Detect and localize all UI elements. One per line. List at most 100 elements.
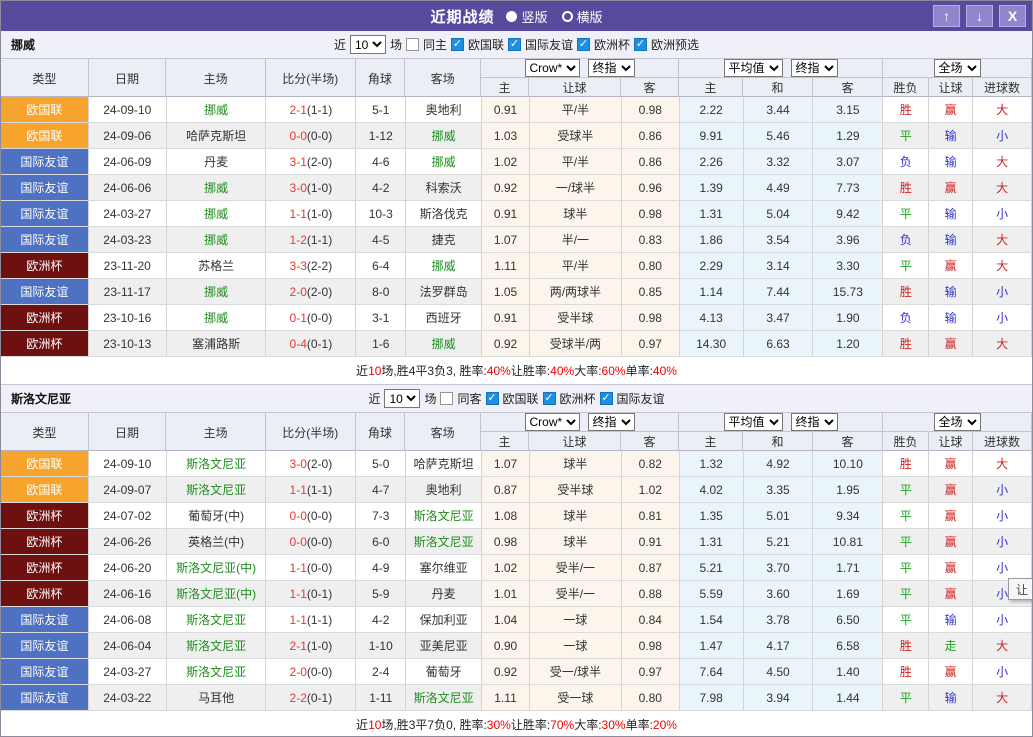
result-wdl: 胜 xyxy=(883,279,930,305)
crow-odds-group-subheaders: 主让球客 xyxy=(481,432,679,451)
away-team: 哈萨克斯坦 xyxy=(413,457,474,471)
away-team: 亚美尼亚 xyxy=(419,639,468,653)
halftime-score: (1-0) xyxy=(306,206,333,221)
home-team: 英格兰(中) xyxy=(188,535,245,549)
column-header: 日期 xyxy=(89,59,167,97)
move-up-button[interactable]: ↑ xyxy=(933,5,960,27)
home-odds: 1.07 xyxy=(482,451,530,477)
result-handicap: 赢 xyxy=(929,97,974,123)
result-handicap: 赢 xyxy=(929,175,974,201)
home-team-cell: 苏格兰 xyxy=(166,253,267,279)
league-checkbox-欧国联[interactable]: ✓ xyxy=(450,38,464,51)
league-checkbox-国际友谊[interactable]: ✓ xyxy=(508,38,521,51)
corners: 2-4 xyxy=(356,659,407,685)
final-odds-select-2[interactable]: 终指 xyxy=(790,59,838,77)
result-wdl: 胜 xyxy=(883,97,930,123)
final-odds-select-2[interactable]: 终指 xyxy=(790,413,838,431)
result-handicap: 赢 xyxy=(929,555,974,581)
recent-count-select[interactable]: 10 xyxy=(384,389,421,408)
away-team: 挪威 xyxy=(431,337,456,351)
average-select[interactable]: 平均值 xyxy=(723,413,783,431)
average-select[interactable]: 平均值 xyxy=(723,59,783,77)
fulltime-select[interactable]: 全场 xyxy=(933,59,981,77)
corners: 4-7 xyxy=(356,477,407,503)
score-cell: 0-0(0-0) xyxy=(266,123,357,149)
halftime-score: (2-2) xyxy=(306,258,333,273)
column-header: 主 xyxy=(481,432,529,451)
league-checkbox-欧洲杯[interactable]: ✓ xyxy=(542,392,556,405)
corners: 1-12 xyxy=(356,123,407,149)
company-select[interactable]: Crow* xyxy=(524,413,580,431)
home-team-cell: 马耳他 xyxy=(166,685,267,711)
away-team-cell: 斯洛伐克 xyxy=(406,201,483,227)
league-checkbox-欧洲预选[interactable]: ✓ xyxy=(634,38,648,51)
radio-unselected-icon[interactable] xyxy=(561,10,573,22)
match-type-cell: 国际友谊 xyxy=(1,633,89,659)
result-wdl: 平 xyxy=(883,503,930,529)
result-wdl: 胜 xyxy=(883,659,930,685)
league-checkbox-国际友谊[interactable]: ✓ xyxy=(599,392,613,405)
corners: 4-2 xyxy=(356,175,407,201)
home-team: 葡萄牙(中) xyxy=(188,509,245,523)
column-header: 和 xyxy=(743,432,813,451)
radio-selected-icon[interactable] xyxy=(506,10,518,22)
result-group-subheaders: 胜负 让球 进球数 xyxy=(883,78,1032,97)
table-row: 国际友谊 24-06-06 挪威 3-0(1-0) 4-2 科索沃 0.92 一/球半 0.96… xyxy=(1,175,1032,201)
home-odds: 1.02 xyxy=(482,555,530,581)
close-button[interactable]: X xyxy=(999,5,1026,27)
score: 0-0(0-0) xyxy=(290,535,333,549)
match-date: 24-09-10 xyxy=(88,97,167,123)
move-down-button[interactable]: ↓ xyxy=(966,5,993,27)
summary-text: 场,胜3平7负0, 胜率: xyxy=(381,718,487,732)
corners: 3-1 xyxy=(356,305,407,331)
column-header: 客 xyxy=(621,432,679,451)
table-header-norway: 类型 日期 主场 比分(半场) 角球 客场 Crow* 终指主让球客平均值 终指主和客全场 胜负让… xyxy=(1,59,1032,97)
handicap: 球半 xyxy=(529,503,622,529)
avg-home-odds: 1.31 xyxy=(679,529,744,555)
halftime-score: (1-0) xyxy=(306,180,333,195)
score-cell: 2-2(0-1) xyxy=(266,685,357,711)
table-row: 欧洲杯 24-06-20 斯洛文尼亚(中) 1-1(0-0) 4-9 塞尔维亚 1.02 受半… xyxy=(1,555,1032,581)
layout-radio-vertical[interactable]: 竖版 xyxy=(506,7,548,26)
same-venue-checkbox[interactable] xyxy=(405,38,419,51)
match-date: 24-09-10 xyxy=(88,451,167,477)
match-type-badge: 欧国联 xyxy=(1,477,88,502)
summary-text: 10 xyxy=(368,363,382,378)
fulltime-score: 1-1 xyxy=(289,586,307,601)
handicap: 受半/一 xyxy=(529,581,622,607)
company-select[interactable]: Crow* xyxy=(524,59,580,77)
final-odds-select[interactable]: 终指 xyxy=(587,59,635,77)
home-team-cell: 哈萨克斯坦 xyxy=(166,123,267,149)
league-checkbox-欧洲杯[interactable]: ✓ xyxy=(577,38,591,51)
home-odds: 1.11 xyxy=(482,685,530,711)
match-type-cell: 欧洲杯 xyxy=(1,581,89,607)
away-team-cell: 挪威 xyxy=(406,123,483,149)
same-venue-checkbox[interactable] xyxy=(440,392,454,405)
average-odds-group-dropdowns: 平均值 终指 xyxy=(679,413,883,432)
home-team: 挪威 xyxy=(204,311,229,325)
result-goals: 小 xyxy=(973,503,1032,529)
avg-away-odds: 9.42 xyxy=(813,201,884,227)
avg-home-odds: 14.30 xyxy=(679,331,744,357)
result-goals: 小 xyxy=(973,201,1032,227)
match-date: 23-11-17 xyxy=(88,279,167,305)
home-team: 挪威 xyxy=(204,233,229,247)
score-cell: 2-1(1-1) xyxy=(266,97,357,123)
away-team: 斯洛文尼亚 xyxy=(413,509,474,523)
window-buttons: ↑ ↓ X xyxy=(933,5,1026,27)
home-odds: 1.04 xyxy=(482,607,530,633)
final-odds-select[interactable]: 终指 xyxy=(587,413,635,431)
result-wdl: 胜 xyxy=(883,175,930,201)
table-row: 国际友谊 24-06-09 丹麦 3-1(2-0) 4-6 挪威 1.02 平/半 0.86 2.… xyxy=(1,149,1032,175)
fulltime-select[interactable]: 全场 xyxy=(933,413,981,431)
result-handicap: 赢 xyxy=(929,253,974,279)
league-checkbox-欧国联[interactable]: ✓ xyxy=(485,392,499,405)
away-odds: 0.86 xyxy=(621,149,680,175)
match-type-cell: 国际友谊 xyxy=(1,175,89,201)
away-team-cell: 科索沃 xyxy=(406,175,483,201)
layout-radio-horizontal[interactable]: 横版 xyxy=(561,7,603,26)
avg-away-odds: 3.15 xyxy=(813,97,884,123)
recent-count-select[interactable]: 10 xyxy=(349,35,386,54)
home-team: 挪威 xyxy=(204,207,229,221)
summary-text: 60% xyxy=(601,363,626,378)
